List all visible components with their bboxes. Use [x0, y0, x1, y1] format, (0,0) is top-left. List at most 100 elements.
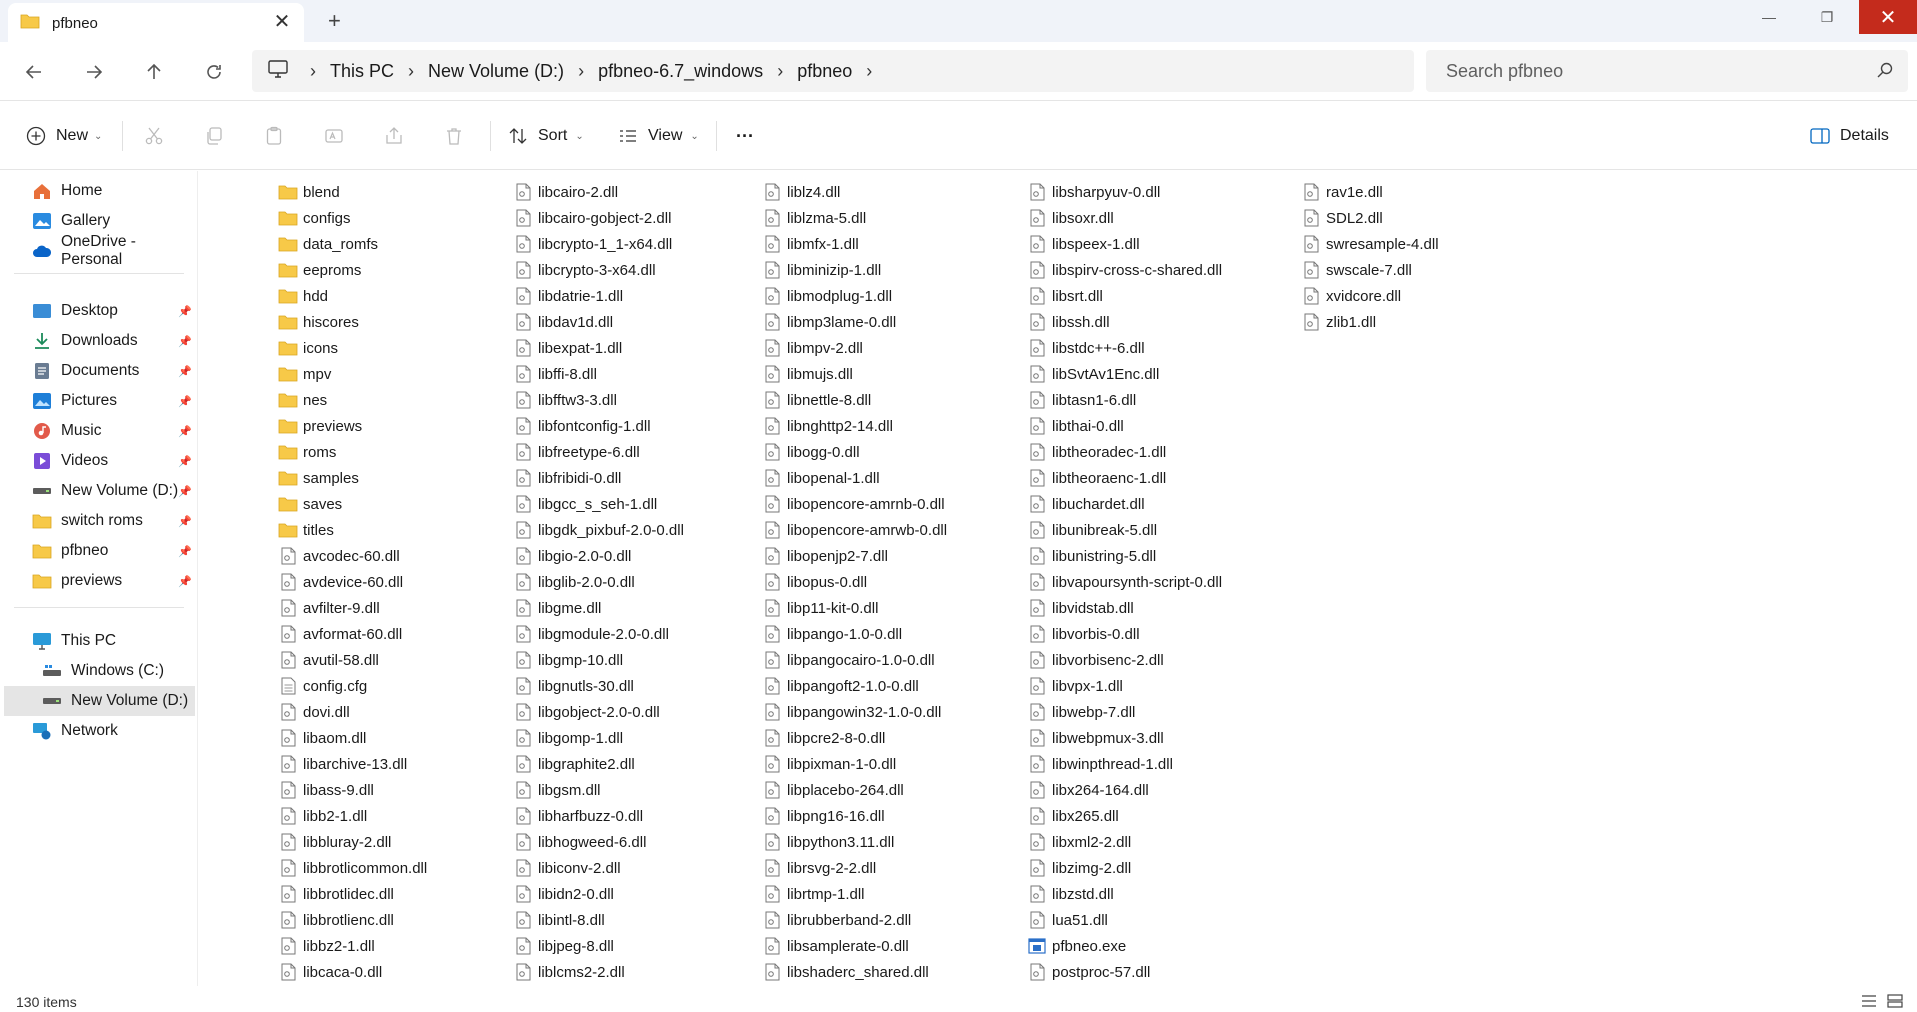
pin-icon[interactable]: 📌	[178, 425, 192, 438]
file-item[interactable]: libtheoraenc-1.dll	[1027, 465, 1222, 491]
file-item[interactable]: libpcre2-8-0.dll	[762, 725, 947, 751]
file-item[interactable]: xvidcore.dll	[1301, 283, 1439, 309]
file-item[interactable]: libass-9.dll	[278, 777, 427, 803]
file-item[interactable]: libvorbisenc-2.dll	[1027, 647, 1222, 673]
file-item[interactable]: libsoxr.dll	[1027, 205, 1222, 231]
file-item[interactable]: libarchive-13.dll	[278, 751, 427, 777]
file-item[interactable]: libglib-2.0-0.dll	[513, 569, 684, 595]
file-item[interactable]: libdatrie-1.dll	[513, 283, 684, 309]
more-options-button[interactable]: ···	[736, 119, 754, 153]
folder-item[interactable]: samples	[278, 465, 427, 491]
file-item[interactable]: libbrotlienc.dll	[278, 907, 427, 933]
search-icon[interactable]	[1876, 61, 1894, 84]
file-item[interactable]: libharfbuzz-0.dll	[513, 803, 684, 829]
file-item[interactable]: libopencore-amrnb-0.dll	[762, 491, 947, 517]
search-input[interactable]: Search pfbneo	[1426, 50, 1908, 92]
file-item[interactable]: libsrt.dll	[1027, 283, 1222, 309]
pin-icon[interactable]: 📌	[178, 485, 192, 498]
breadcrumb[interactable]: › This PC › New Volume (D:) › pfbneo-6.7…	[252, 50, 1414, 92]
file-item[interactable]: libgcc_s_seh-1.dll	[513, 491, 684, 517]
file-item[interactable]: libjpeg-8.dll	[513, 933, 684, 959]
folder-item[interactable]: roms	[278, 439, 427, 465]
file-item[interactable]: libopenal-1.dll	[762, 465, 947, 491]
file-item[interactable]: libgme.dll	[513, 595, 684, 621]
file-item[interactable]: libfftw3-3.dll	[513, 387, 684, 413]
file-item[interactable]: config.cfg	[278, 673, 427, 699]
file-item[interactable]: libnettle-8.dll	[762, 387, 947, 413]
folder-item[interactable]: hdd	[278, 283, 427, 309]
chevron-right-icon[interactable]: ›	[408, 61, 414, 82]
file-item[interactable]: swresample-4.dll	[1301, 231, 1439, 257]
file-item[interactable]: libcaca-0.dll	[278, 959, 427, 985]
file-item[interactable]: libcairo-2.dll	[513, 179, 684, 205]
sidebar-item-windows-c[interactable]: Windows (C:)	[42, 656, 192, 686]
view-button[interactable]: View ⌄	[618, 119, 699, 153]
file-item[interactable]: avformat-60.dll	[278, 621, 427, 647]
file-item[interactable]: libwebpmux-3.dll	[1027, 725, 1222, 751]
pin-icon[interactable]: 📌	[178, 335, 192, 348]
file-item[interactable]: libbz2-1.dll	[278, 933, 427, 959]
file-item[interactable]: libmujs.dll	[762, 361, 947, 387]
folder-item[interactable]: mpv	[278, 361, 427, 387]
sidebar-item-documents[interactable]: Documents 📌	[32, 356, 192, 386]
sidebar-item-previews[interactable]: previews 📌	[32, 566, 192, 596]
file-item[interactable]: libspirv-cross-c-shared.dll	[1027, 257, 1222, 283]
folder-item[interactable]: nes	[278, 387, 427, 413]
file-item[interactable]: libzimg-2.dll	[1027, 855, 1222, 881]
file-item[interactable]: libsharpyuv-0.dll	[1027, 179, 1222, 205]
file-item[interactable]: libb2-1.dll	[278, 803, 427, 829]
file-item[interactable]: libtasn1-6.dll	[1027, 387, 1222, 413]
file-item[interactable]: libSvtAv1Enc.dll	[1027, 361, 1222, 387]
folder-item[interactable]: saves	[278, 491, 427, 517]
chevron-right-icon[interactable]: ›	[777, 61, 783, 82]
file-item[interactable]: libvidstab.dll	[1027, 595, 1222, 621]
file-item[interactable]: postproc-57.dll	[1027, 959, 1222, 985]
file-item[interactable]: avdevice-60.dll	[278, 569, 427, 595]
file-item[interactable]: libexpat-1.dll	[513, 335, 684, 361]
folder-item[interactable]: blend	[278, 179, 427, 205]
chevron-right-icon[interactable]: ›	[866, 61, 872, 82]
file-item[interactable]: libspeex-1.dll	[1027, 231, 1222, 257]
file-item[interactable]: libshaderc_shared.dll	[762, 959, 947, 985]
pin-icon[interactable]: 📌	[178, 395, 192, 408]
folder-item[interactable]: data_romfs	[278, 231, 427, 257]
restore-button[interactable]: ❐	[1801, 0, 1853, 34]
file-item[interactable]: libthai-0.dll	[1027, 413, 1222, 439]
file-item[interactable]: libbrotlidec.dll	[278, 881, 427, 907]
tiles-view-icon[interactable]	[1887, 994, 1903, 1011]
minimize-button[interactable]: —	[1743, 0, 1795, 34]
share-button[interactable]	[384, 119, 404, 153]
folder-item[interactable]: icons	[278, 335, 427, 361]
file-item[interactable]: libx264-164.dll	[1027, 777, 1222, 803]
file-item[interactable]: libpython3.11.dll	[762, 829, 947, 855]
file-item[interactable]: pfbneo.exe	[1027, 933, 1222, 959]
file-item[interactable]: libiconv-2.dll	[513, 855, 684, 881]
new-tab-button[interactable]: +	[328, 10, 341, 32]
file-item[interactable]: libbrotlicommon.dll	[278, 855, 427, 881]
file-item[interactable]: libgraphite2.dll	[513, 751, 684, 777]
file-item[interactable]: librubberband-2.dll	[762, 907, 947, 933]
file-item[interactable]: libtheoradec-1.dll	[1027, 439, 1222, 465]
file-item[interactable]: avfilter-9.dll	[278, 595, 427, 621]
file-item[interactable]: libstdc++-6.dll	[1027, 335, 1222, 361]
file-item[interactable]: liblcms2-2.dll	[513, 959, 684, 985]
file-item[interactable]: libgobject-2.0-0.dll	[513, 699, 684, 725]
file-item[interactable]: librtmp-1.dll	[762, 881, 947, 907]
file-item[interactable]: libdav1d.dll	[513, 309, 684, 335]
sidebar-item-home[interactable]: Home	[32, 176, 192, 206]
file-item[interactable]: libvpx-1.dll	[1027, 673, 1222, 699]
file-item[interactable]: libmfx-1.dll	[762, 231, 947, 257]
file-item[interactable]: libuchardet.dll	[1027, 491, 1222, 517]
file-item[interactable]: libcrypto-1_1-x64.dll	[513, 231, 684, 257]
details-button[interactable]: Details	[1810, 119, 1889, 153]
file-item[interactable]: libpangowin32-1.0-0.dll	[762, 699, 947, 725]
file-item[interactable]: libzstd.dll	[1027, 881, 1222, 907]
pin-icon[interactable]: 📌	[178, 365, 192, 378]
file-item[interactable]: lua51.dll	[1027, 907, 1222, 933]
pin-icon[interactable]: 📌	[178, 575, 192, 588]
file-item[interactable]: libpango-1.0-0.dll	[762, 621, 947, 647]
breadcrumb-this-pc[interactable]: This PC	[330, 61, 394, 82]
file-item[interactable]: liblz4.dll	[762, 179, 947, 205]
file-item[interactable]: avutil-58.dll	[278, 647, 427, 673]
file-item[interactable]: libopencore-amrwb-0.dll	[762, 517, 947, 543]
